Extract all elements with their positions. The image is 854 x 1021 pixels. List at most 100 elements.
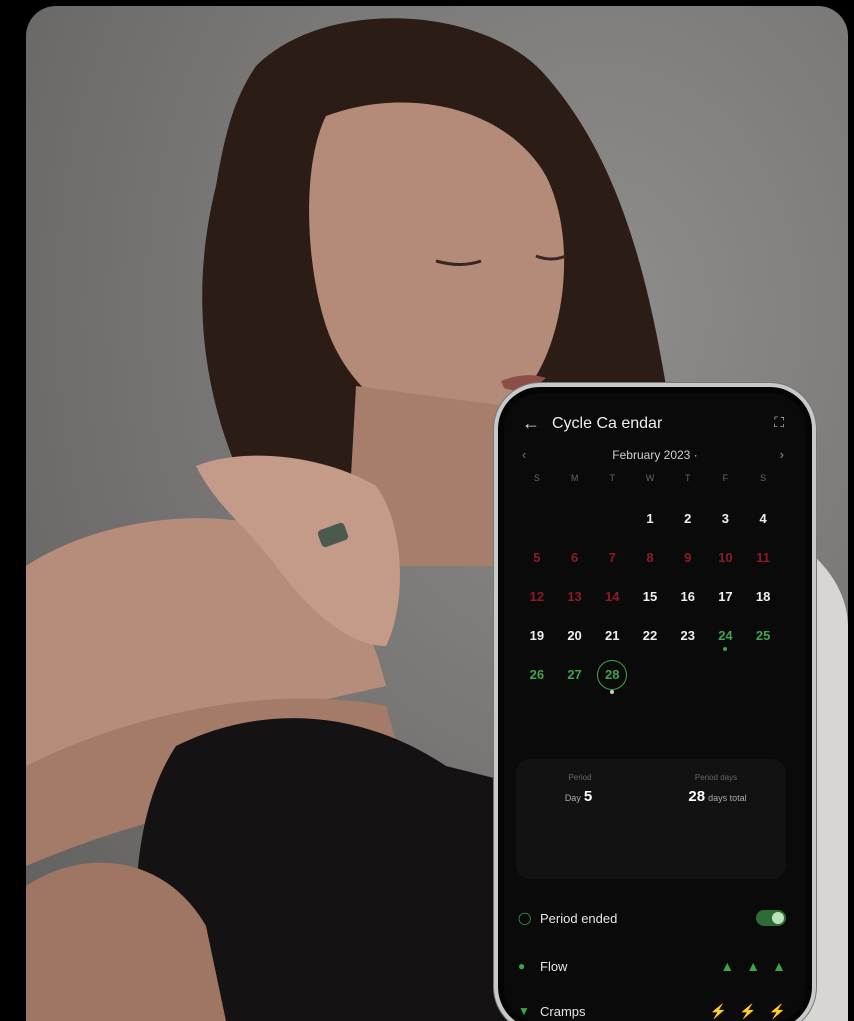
day-number: 22 [642, 628, 658, 643]
weekday-label: T [684, 473, 691, 483]
calendar-day[interactable]: 19 [518, 616, 556, 655]
day-number: 15 [642, 589, 658, 604]
lightning-icon[interactable]: ⚡ [710, 1003, 727, 1020]
back-arrow-icon[interactable]: ← [522, 413, 540, 434]
day-number: 2 [684, 511, 692, 526]
period-stat-prefix: Day [564, 793, 581, 803]
day-number: 6 [570, 550, 579, 565]
leaf-icon: ▼ [518, 1004, 530, 1018]
phone-bezel: ← Cycle Ca endar ⛶ ‹ February 2023 · › S… [498, 387, 812, 1021]
day-number: 12 [529, 589, 545, 604]
calendar-day[interactable]: 18 [744, 577, 782, 616]
flow-drop-icon[interactable]: ▲ [772, 958, 786, 974]
cycle-stat-value: 28 [688, 788, 706, 805]
weekday-label: S [533, 473, 540, 483]
calendar-day[interactable]: 1 [631, 499, 669, 538]
calendar-day[interactable]: 5 [518, 538, 556, 577]
expand-icon[interactable]: ⛶ [774, 414, 784, 431]
period-ended-row[interactable]: ◯ Period ended [518, 905, 786, 931]
period-stat-value-line: Day 5 [540, 788, 620, 805]
day-number: 10 [718, 550, 733, 565]
chevron-right-icon[interactable]: › [780, 447, 784, 462]
day-number: 27 [567, 667, 582, 682]
calendar-day[interactable]: 26 [518, 655, 556, 694]
lightning-icon[interactable]: ⚡ [769, 1003, 786, 1020]
cycle-length-stat: Period days 28 days total [666, 773, 766, 805]
month-label[interactable]: February 2023 · [504, 448, 806, 462]
day-number: 1 [646, 511, 654, 526]
day-number: 13 [567, 589, 582, 604]
drop-outline-icon: ◯ [518, 911, 532, 925]
calendar-day[interactable]: 20 [556, 616, 594, 655]
calendar-day[interactable]: 25 [744, 616, 782, 655]
day-number: 14 [605, 589, 620, 604]
lightning-icon[interactable]: ⚡ [739, 1003, 756, 1020]
weekday-label: T [609, 473, 616, 483]
cramps-row[interactable]: ▼ Cramps ⚡ ⚡ ⚡ [518, 998, 786, 1021]
cycle-stat-value-line: 28 days total [666, 788, 766, 805]
calendar-day[interactable]: 8 [631, 538, 669, 577]
day-number: 9 [684, 550, 692, 565]
calendar-day[interactable]: 27 [556, 655, 594, 694]
calendar-day[interactable]: 3 [707, 499, 745, 538]
day-number: 23 [680, 628, 695, 643]
calendar-day[interactable]: 13 [556, 577, 594, 616]
calendar-day[interactable]: 15 [631, 577, 669, 616]
top-bar: ← Cycle Ca endar ⛶ [504, 411, 806, 437]
calendar-empty-cell [518, 499, 556, 538]
weekday-header: SMTWTFS [518, 473, 782, 491]
flow-drop-icon[interactable]: ▲ [720, 958, 734, 974]
calendar-day[interactable]: 14 [593, 577, 631, 616]
day-number: 7 [608, 550, 616, 565]
calendar-empty-cell [593, 499, 631, 538]
calendar-day[interactable]: 9 [669, 538, 707, 577]
period-ended-toggle[interactable] [756, 910, 786, 926]
day-number: 5 [533, 550, 541, 565]
day-number: 24 [718, 628, 733, 643]
calendar-day[interactable]: 22 [631, 616, 669, 655]
period-ended-label: Period ended [540, 910, 618, 926]
today-ring: 28 [597, 659, 628, 690]
flow-drop-icon[interactable]: ▲ [746, 958, 760, 974]
cycle-stat-suffix: days total [708, 793, 747, 803]
phone-mockup: ← Cycle Ca endar ⛶ ‹ February 2023 · › S… [494, 383, 816, 1021]
day-number: 17 [718, 589, 733, 604]
page-title: Cycle Ca endar [552, 415, 663, 432]
day-number: 16 [680, 589, 695, 604]
calendar-day[interactable]: 4 [744, 499, 782, 538]
calendar-day[interactable]: 28 [593, 655, 631, 694]
weekday-label: S [760, 473, 767, 483]
calendar-grid: SMTWTFS 1 2 3 4 5 6 7 8 9 10 11 12 13 14 15 16 17 18 19 20 2… [518, 473, 782, 694]
day-number: 8 [646, 550, 654, 565]
day-number: 20 [567, 628, 582, 643]
cycle-stat-label: Period days [694, 773, 738, 782]
weekday-label: M [570, 473, 579, 483]
day-number: 18 [755, 589, 771, 604]
calendar-day[interactable]: 16 [669, 577, 707, 616]
weekday-label: F [722, 473, 729, 483]
day-number: 11 [756, 550, 771, 565]
day-number: 26 [529, 667, 545, 682]
calendar-days: 1 2 3 4 5 6 7 8 9 10 11 12 13 14 15 16 17 18 19 20 21 22 23 24 2… [518, 499, 782, 694]
calendar-day[interactable]: 10 [707, 538, 745, 577]
flow-label: Flow [540, 958, 568, 974]
calendar-day[interactable]: 12 [518, 577, 556, 616]
period-stat-value: 5 [583, 788, 593, 805]
calendar-day[interactable]: 6 [556, 538, 594, 577]
calendar-empty-cell [556, 499, 594, 538]
calendar-day[interactable]: 2 [669, 499, 707, 538]
day-number: 3 [721, 511, 730, 526]
calendar-day[interactable]: 7 [593, 538, 631, 577]
calendar-day[interactable]: 23 [669, 616, 707, 655]
flow-row[interactable]: ● Flow ▲ ▲ ▲ [518, 953, 786, 979]
day-number: 21 [605, 628, 620, 643]
calendar-day[interactable]: 11 [744, 538, 782, 577]
cramps-level[interactable]: ⚡ ⚡ ⚡ [710, 1003, 786, 1020]
day-number: 4 [759, 511, 767, 526]
cycle-stats-card: Period Day 5 Period days 28 days total [516, 759, 786, 879]
flow-level[interactable]: ▲ ▲ ▲ [720, 958, 786, 974]
calendar-day[interactable]: 24 [707, 616, 745, 655]
month-navigator: ‹ February 2023 · › [504, 447, 806, 465]
calendar-day[interactable]: 17 [707, 577, 745, 616]
calendar-day[interactable]: 21 [593, 616, 631, 655]
